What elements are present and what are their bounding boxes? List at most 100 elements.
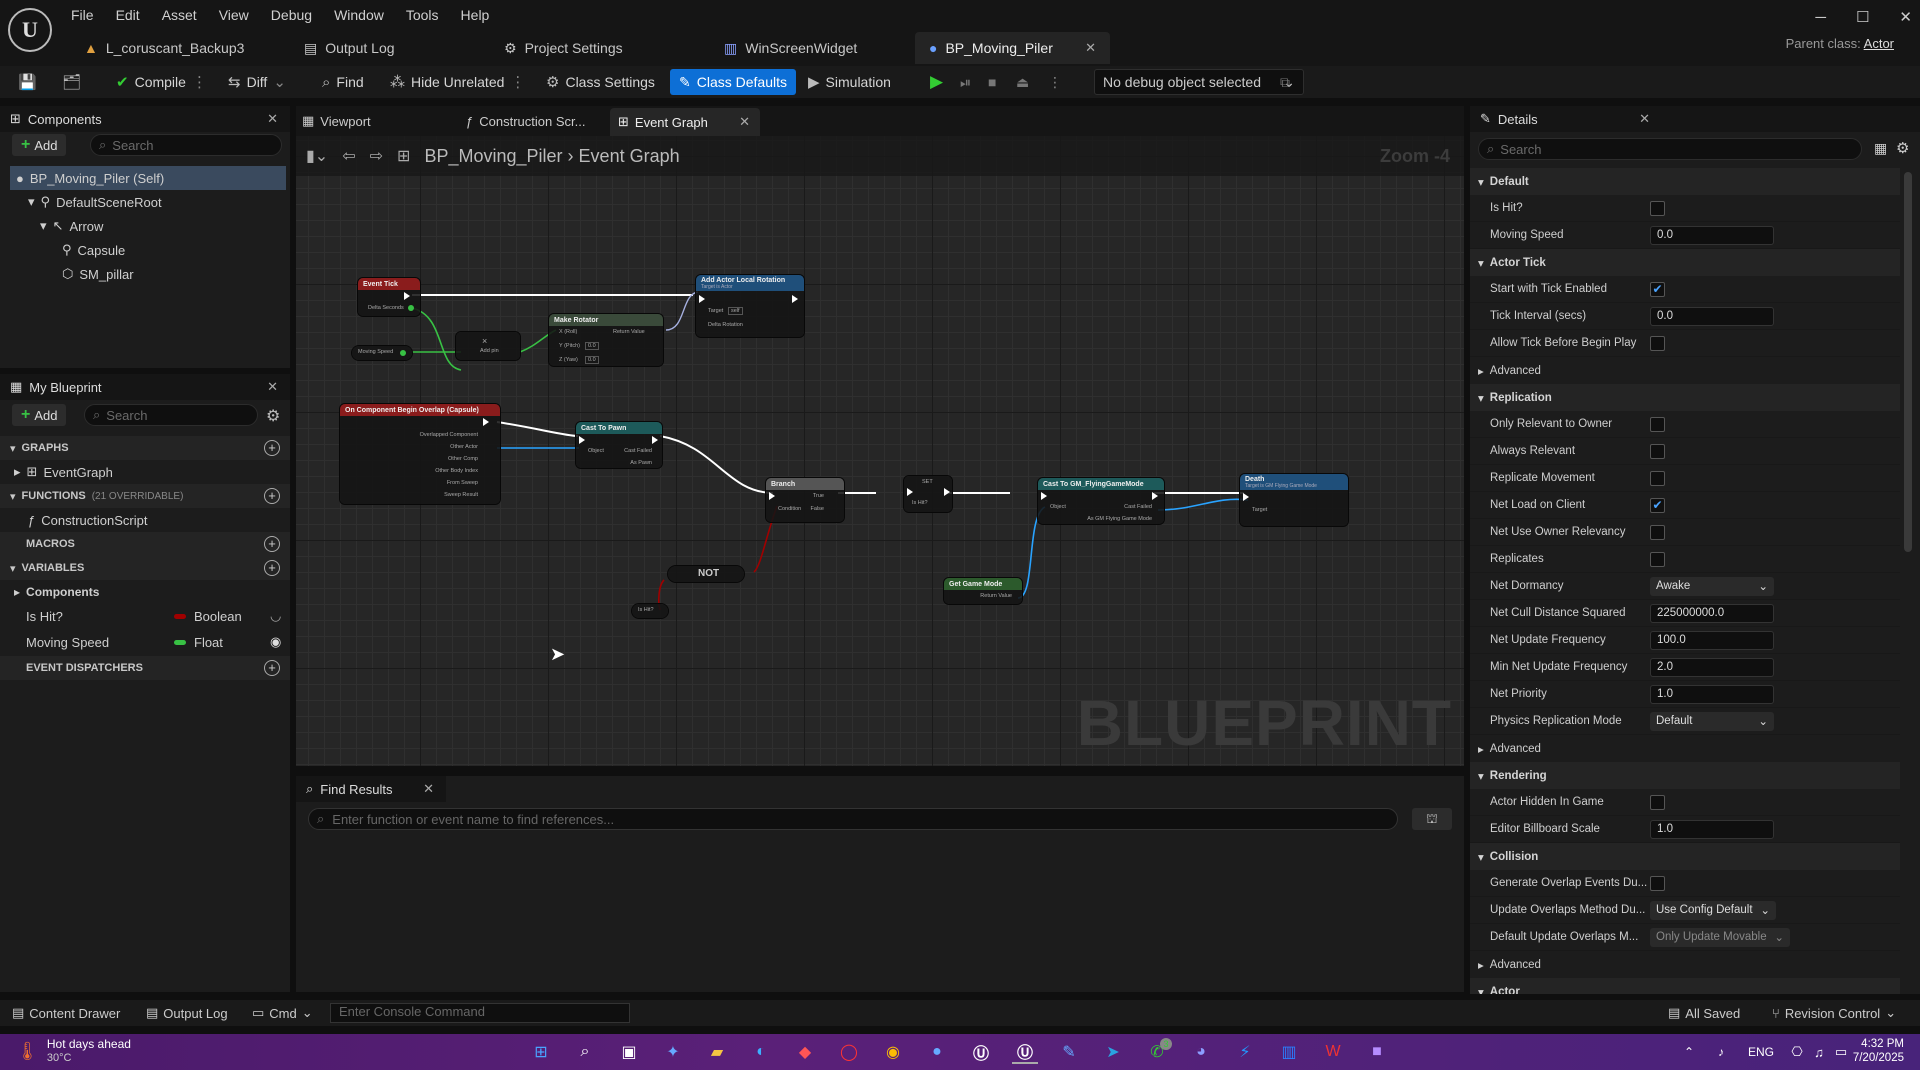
app-icon[interactable]: ● bbox=[924, 1040, 950, 1064]
add-graph-icon[interactable]: + bbox=[264, 440, 280, 456]
node-branch[interactable]: Branch Condition True False bbox=[766, 478, 844, 522]
node-set-is-hit[interactable]: SET Is Hit? bbox=[904, 476, 952, 512]
node-cast-to-gm-flying[interactable]: Cast To GM_FlyingGameMode Object Cast Fa… bbox=[1038, 478, 1164, 524]
eye-open-icon[interactable]: ◉ bbox=[270, 634, 281, 650]
tree-item-self[interactable]: ● BP_Moving_Piler (Self) bbox=[10, 166, 286, 190]
node-cast-to-pawn[interactable]: Cast To Pawn Object Cast Failed As Pawn bbox=[576, 422, 662, 468]
tree-item-defaultsceneroot[interactable]: ▾ ⚲ DefaultSceneRoot bbox=[28, 190, 162, 214]
net-use-owner-checkbox[interactable] bbox=[1650, 524, 1665, 540]
node-multiply[interactable]: × Add pin bbox=[456, 332, 520, 360]
unreal-logo-icon[interactable]: U bbox=[8, 8, 52, 52]
tab-construction-script[interactable]: ƒ Construction Scr... bbox=[466, 110, 585, 132]
category-default[interactable]: ▾ Default bbox=[1470, 168, 1900, 195]
net-update-field[interactable]: 100.0 bbox=[1650, 630, 1774, 650]
exec-out-pin[interactable] bbox=[483, 418, 489, 426]
variable-moving-speed[interactable]: Moving Speed Float ◉ bbox=[0, 630, 290, 654]
my-blueprint-tab[interactable]: ▦ My Blueprint ✕ bbox=[0, 374, 290, 400]
close-tab-icon[interactable]: ✕ bbox=[1085, 40, 1096, 56]
billboard-scale-field[interactable]: 1.0 bbox=[1650, 819, 1774, 839]
weather-widget[interactable]: 🌡 Hot days ahead 30°C bbox=[16, 1037, 131, 1065]
simulation-button[interactable]: ▶ Simulation bbox=[808, 69, 891, 95]
all-saved-button[interactable]: ▤ All Saved bbox=[1668, 1004, 1740, 1022]
wps-icon[interactable]: W bbox=[1320, 1040, 1346, 1064]
always-relevant-checkbox[interactable] bbox=[1650, 443, 1665, 459]
exec-out-pin[interactable] bbox=[792, 295, 798, 303]
telegram-icon[interactable]: ➤ bbox=[1100, 1040, 1126, 1064]
close-panel-icon[interactable]: ✕ bbox=[267, 379, 278, 395]
whatsapp-icon[interactable]: ✆ 3 bbox=[1144, 1038, 1172, 1064]
task-view-icon[interactable]: ▣ bbox=[616, 1040, 642, 1064]
language-indicator[interactable]: ENG bbox=[1744, 1040, 1778, 1064]
components-tab[interactable]: ⊞ Components ✕ bbox=[0, 106, 290, 132]
play-options-button[interactable]: ⋮ bbox=[1048, 69, 1062, 95]
close-tab-icon[interactable]: ✕ bbox=[739, 114, 750, 130]
net-cull-field[interactable]: 225000000.0 bbox=[1650, 603, 1774, 623]
find-results-tab[interactable]: ⌕ Find Results ✕ bbox=[296, 776, 446, 802]
more-options-icon[interactable]: ⋮ bbox=[510, 73, 525, 91]
tab-project-settings[interactable]: ⚙ Project Settings bbox=[490, 32, 710, 64]
browse-button[interactable]: 🗂 bbox=[62, 69, 81, 95]
close-panel-icon[interactable]: ✕ bbox=[1639, 111, 1650, 127]
close-icon[interactable]: ✕ bbox=[1899, 8, 1912, 26]
net-load-checkbox[interactable]: ✔ bbox=[1650, 497, 1665, 513]
net-dormancy-dropdown[interactable]: Awake ⌄ bbox=[1650, 576, 1774, 596]
tree-item-sm-pillar[interactable]: ⬡ SM_pillar bbox=[62, 262, 134, 286]
actor-hidden-checkbox[interactable] bbox=[1650, 794, 1665, 810]
category-actor-tick[interactable]: ▾ Actor Tick bbox=[1470, 249, 1900, 276]
class-defaults-button[interactable]: ✎ Class Defaults bbox=[670, 69, 796, 95]
details-scrollbar[interactable] bbox=[1904, 172, 1912, 552]
section-graphs[interactable]: ▾ GRAPHS + bbox=[0, 436, 290, 460]
minimize-icon[interactable]: ─ bbox=[1815, 9, 1826, 26]
menu-debug[interactable]: Debug bbox=[260, 4, 323, 26]
node-event-tick[interactable]: Event Tick Delta Seconds bbox=[358, 278, 420, 316]
compile-button[interactable]: ✔ Compile ⋮ bbox=[116, 69, 207, 95]
variable-category-components[interactable]: ▸ Components bbox=[0, 580, 290, 604]
table-view-icon[interactable]: ▦ bbox=[1874, 140, 1887, 157]
float-pin[interactable] bbox=[408, 305, 414, 311]
my-blueprint-search-input[interactable]: ⌕ Search bbox=[84, 404, 258, 426]
is-hit-checkbox[interactable] bbox=[1650, 200, 1665, 216]
menu-asset[interactable]: Asset bbox=[151, 4, 208, 26]
cmd-dropdown[interactable]: ▭ Cmd ⌄ bbox=[252, 1004, 313, 1022]
menu-file[interactable]: File bbox=[60, 4, 105, 26]
tick-interval-field[interactable]: 0.0 bbox=[1650, 306, 1774, 326]
node-get-game-mode[interactable]: Get Game Mode Return Value bbox=[944, 578, 1022, 604]
section-functions[interactable]: ▾ FUNCTIONS (21 OVERRIDABLE) + bbox=[0, 484, 290, 508]
add-macro-icon[interactable]: + bbox=[264, 536, 280, 552]
debug-filter-button[interactable]: ⧉ bbox=[1280, 69, 1290, 95]
hide-unrelated-button[interactable]: ⁂ Hide Unrelated ⋮ bbox=[390, 69, 525, 95]
tab-output-log[interactable]: ▤ Output Log bbox=[290, 32, 490, 64]
replicates-checkbox[interactable] bbox=[1650, 551, 1665, 567]
default-update-dropdown[interactable]: Only Update Movable ⌄ bbox=[1650, 927, 1790, 947]
find-results-search-input[interactable]: ⌕ Enter function or event name to find re… bbox=[308, 808, 1398, 830]
app-icon[interactable]: ■ bbox=[1364, 1040, 1390, 1064]
file-explorer-icon[interactable]: ▰ bbox=[704, 1040, 730, 1064]
add-component-button[interactable]: + Add bbox=[12, 134, 67, 156]
tray-app-icon[interactable]: ♪ bbox=[1708, 1040, 1734, 1064]
category-replication[interactable]: ▾ Replication bbox=[1470, 384, 1900, 411]
category-rendering[interactable]: ▾ Rendering bbox=[1470, 762, 1900, 789]
exec-out-pin[interactable] bbox=[652, 436, 658, 444]
node-on-component-begin-overlap[interactable]: On Component Begin Overlap (Capsule) Ove… bbox=[340, 404, 500, 504]
actor-tick-advanced[interactable]: ▸ Advanced bbox=[1470, 357, 1900, 384]
step-button[interactable]: ⏯ bbox=[960, 69, 971, 95]
node-get-moving-speed[interactable]: Moving Speed bbox=[352, 346, 412, 360]
tab-bp-moving-piler[interactable]: ● BP_Moving_Piler ✕ bbox=[915, 32, 1110, 64]
allow-tick-checkbox[interactable] bbox=[1650, 335, 1665, 351]
min-net-update-field[interactable]: 2.0 bbox=[1650, 657, 1774, 677]
output-log-button[interactable]: ▤ Output Log bbox=[146, 1004, 228, 1022]
brave-icon[interactable]: ◆ bbox=[792, 1040, 818, 1064]
add-dispatcher-icon[interactable]: + bbox=[264, 660, 280, 676]
edge-icon[interactable]: ◐ bbox=[748, 1040, 774, 1064]
moving-speed-field[interactable]: 0.0 bbox=[1650, 225, 1774, 245]
category-collision[interactable]: ▾ Collision bbox=[1470, 843, 1900, 870]
details-tab[interactable]: ✎ Details ✕ bbox=[1470, 106, 1920, 132]
opera-icon[interactable]: ◯ bbox=[836, 1040, 862, 1064]
eject-button[interactable]: ⏏ bbox=[1016, 69, 1029, 95]
maximize-icon[interactable]: ☐ bbox=[1856, 8, 1869, 26]
tab-viewport[interactable]: ▦ Viewport bbox=[302, 110, 371, 132]
add-function-icon[interactable]: + bbox=[264, 488, 280, 504]
windows-start-icon[interactable]: ⊞ bbox=[528, 1040, 554, 1064]
replication-advanced[interactable]: ▸ Advanced bbox=[1470, 735, 1900, 762]
menu-help[interactable]: Help bbox=[450, 4, 501, 26]
